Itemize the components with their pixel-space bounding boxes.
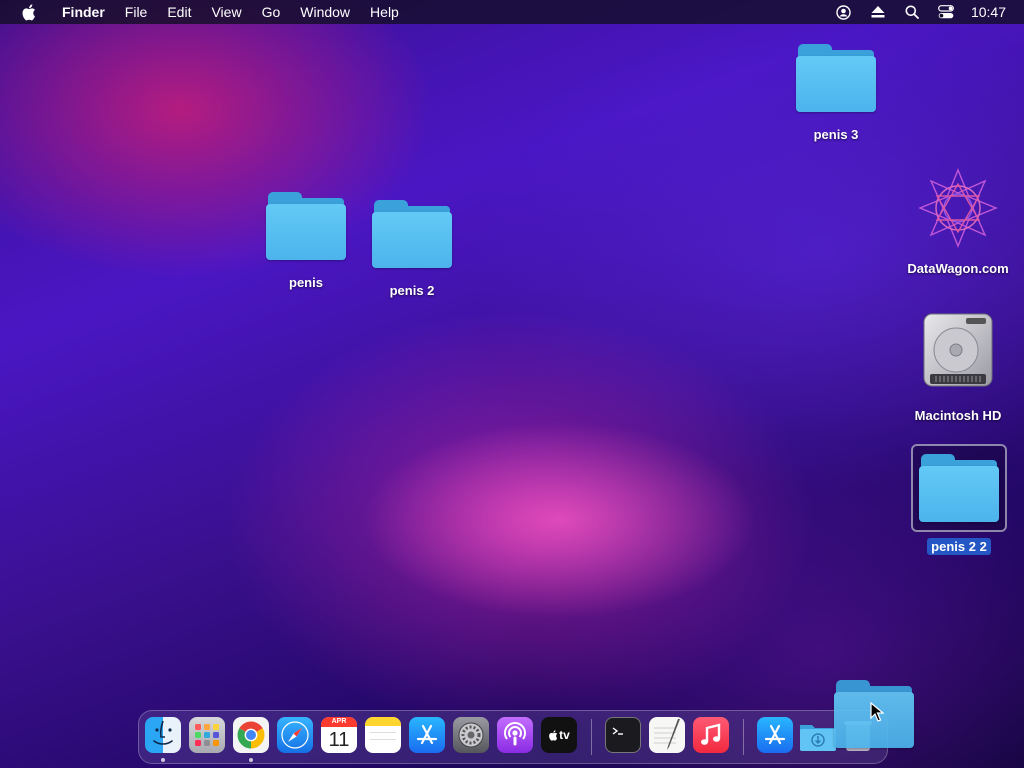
menu-bar: Finder File Edit View Go Window Help 10:… (0, 0, 1024, 24)
hard-drive-icon (920, 312, 996, 393)
folder-icon (266, 192, 346, 260)
apple-tv-icon[interactable]: tv (541, 717, 577, 753)
desktop-folder-penis-3[interactable]: penis 3 (796, 44, 876, 143)
system-preferences-icon[interactable] (453, 717, 489, 753)
launchpad-icon[interactable] (189, 717, 225, 753)
textedit-icon[interactable] (649, 717, 685, 753)
menu-go[interactable]: Go (252, 0, 291, 24)
downloads-folder-icon[interactable] (799, 717, 836, 753)
calendar-day: 11 (328, 729, 350, 751)
selection-highlight (911, 444, 1007, 532)
desktop-folder-penis[interactable]: penis (266, 192, 346, 291)
menu-window[interactable]: Window (290, 0, 360, 24)
menu-clock[interactable]: 10:47 (971, 4, 1006, 20)
dock-separator (743, 719, 744, 755)
menu-file[interactable]: File (115, 0, 158, 24)
desktop-disk-macintosh-hd[interactable]: Macintosh HD (908, 312, 1008, 424)
notes-icon[interactable] (365, 717, 401, 753)
control-center-icon[interactable] (937, 3, 955, 21)
calendar-icon[interactable]: APR 11 (321, 717, 357, 753)
app-store-downloads-icon[interactable] (757, 717, 793, 753)
dock: APR 11 tv (138, 710, 888, 764)
desktop-app-datawagon[interactable]: DataWagon.com (898, 166, 1018, 277)
datawagon-icon (913, 166, 1003, 250)
terminal-icon[interactable] (605, 717, 641, 753)
app-store-icon[interactable] (409, 717, 445, 753)
desktop-icon-label: penis (289, 275, 323, 290)
desktop-folder-penis-2-2[interactable]: penis 2 2 (911, 444, 1007, 555)
user-icon[interactable] (835, 3, 853, 21)
menu-help[interactable]: Help (360, 0, 409, 24)
apple-menu-icon[interactable] (18, 0, 38, 24)
folder-icon (796, 44, 876, 112)
desktop-icon-label: DataWagon.com (907, 261, 1009, 276)
safari-icon[interactable] (277, 717, 313, 753)
folder-icon (372, 200, 452, 268)
running-indicator (249, 758, 253, 762)
desktop-icon-label: penis 2 (389, 283, 435, 298)
eject-icon[interactable] (869, 3, 887, 21)
podcasts-icon[interactable] (497, 717, 533, 753)
desktop-icon-label: penis 2 2 (927, 538, 991, 555)
chrome-icon[interactable] (233, 717, 269, 753)
search-icon[interactable] (903, 3, 921, 21)
music-icon[interactable] (693, 717, 729, 753)
menu-app-name[interactable]: Finder (52, 0, 115, 24)
finder-icon[interactable] (145, 717, 181, 753)
desktop-icon-label: penis 3 (813, 127, 859, 142)
running-indicator (161, 758, 165, 762)
folder-icon (919, 454, 999, 522)
apple-tv-label: tv (559, 728, 570, 742)
calendar-month: APR (321, 717, 357, 727)
dock-separator (591, 719, 592, 755)
menu-view[interactable]: View (201, 0, 251, 24)
mouse-cursor-icon (870, 701, 885, 727)
desktop-folder-penis-2[interactable]: penis 2 (372, 200, 452, 299)
menu-edit[interactable]: Edit (157, 0, 201, 24)
desktop-icon-label: Macintosh HD (914, 408, 1002, 423)
